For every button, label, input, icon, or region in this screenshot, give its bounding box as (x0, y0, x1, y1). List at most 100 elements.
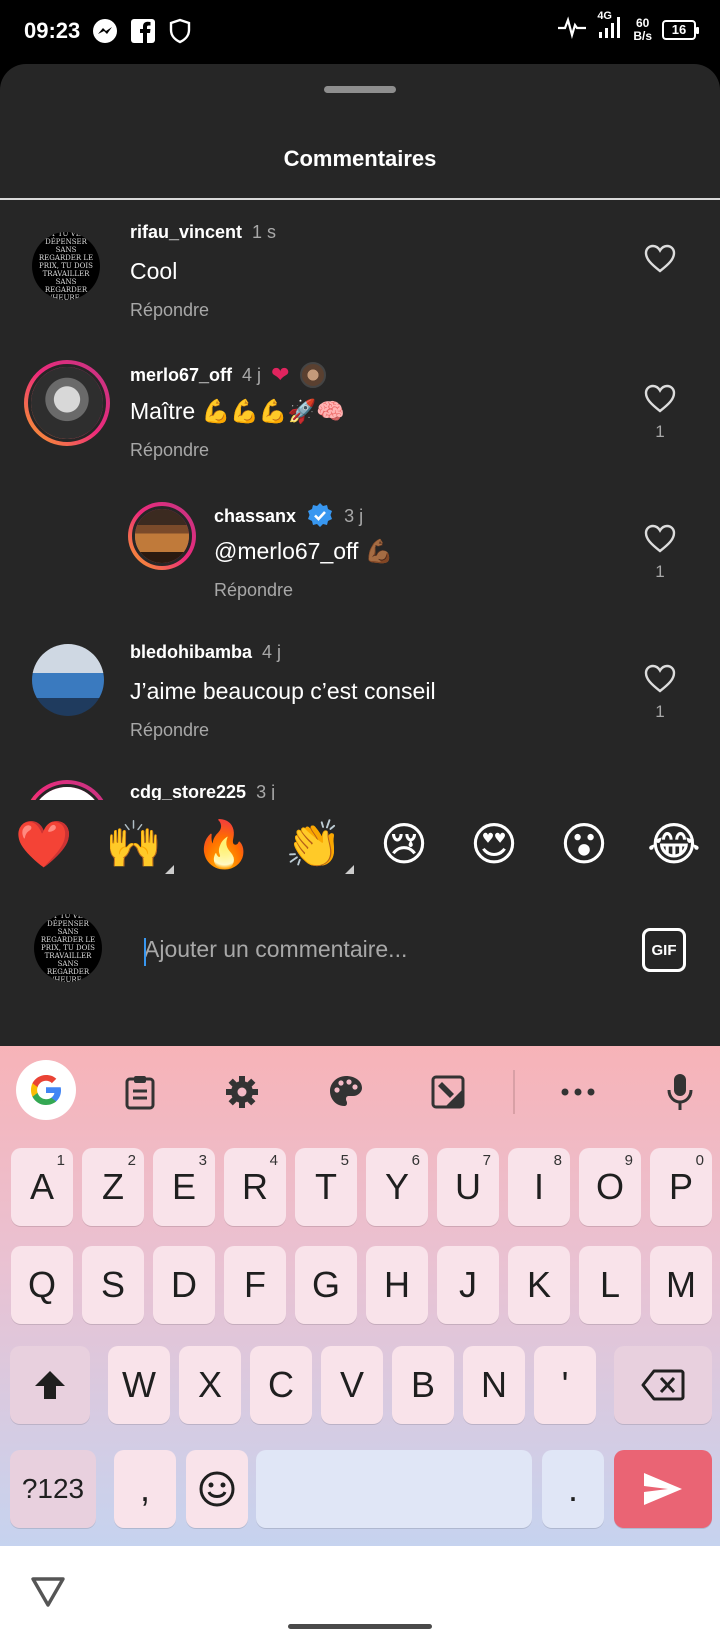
comment-item: « $1 TU VEUX DÉPENSER SANS REGARDER LE P… (0, 200, 720, 340)
toolbar-divider (513, 1070, 515, 1114)
comment-item: bledohibamba 4 j J’aime beaucoup c’est c… (0, 620, 720, 760)
key-u[interactable]: U7 (437, 1148, 499, 1226)
key-i[interactable]: I8 (508, 1148, 570, 1226)
emoji-clap-button[interactable]: 👏 (284, 814, 354, 874)
emoji-raised-hands-button[interactable]: 🙌 (104, 814, 174, 874)
reply-button[interactable]: Répondre (214, 580, 293, 601)
key-t[interactable]: T5 (295, 1148, 357, 1226)
backspace-icon (641, 1369, 685, 1401)
home-gesture-bar[interactable] (288, 1624, 432, 1629)
microphone-icon[interactable] (660, 1072, 700, 1112)
key-m[interactable]: M (650, 1246, 712, 1324)
activity-icon (557, 15, 587, 44)
emoji-crying-button[interactable]: 😢 (374, 814, 434, 874)
avatar-photo (31, 367, 103, 439)
reply-button[interactable]: Répondre (130, 720, 209, 741)
skin-tone-indicator-icon (345, 865, 354, 874)
key-p[interactable]: P0 (650, 1148, 712, 1226)
key-w[interactable]: W (108, 1346, 170, 1424)
comment-item: merlo67_off 4 j ❤ Maître 💪💪💪🚀🧠 Répondre … (0, 340, 720, 480)
avatar-photo (135, 509, 189, 563)
key-y[interactable]: Y6 (366, 1148, 428, 1226)
key-e[interactable]: E3 (153, 1148, 215, 1226)
key-o[interactable]: O9 (579, 1148, 641, 1226)
comment-composer: « $1 TU VEUX DÉPENSER SANS REGARDER LE P… (0, 892, 720, 1046)
comment-input[interactable]: Ajouter un commentaire... (144, 936, 407, 963)
key-s[interactable]: S (82, 1246, 144, 1324)
hide-keyboard-button[interactable] (30, 1576, 66, 1613)
screenshot-edit-icon[interactable] (428, 1072, 468, 1112)
heart-outline-icon (644, 524, 676, 553)
avatar[interactable] (128, 502, 196, 570)
more-options-icon[interactable] (558, 1072, 598, 1112)
emoji-quick-bar: ❤️ 🙌 🔥 👏 😢 😍 😮 😂 (0, 800, 720, 892)
status-time: 09:23 (24, 18, 81, 43)
comma-key[interactable]: , (114, 1450, 176, 1528)
user-avatar: « $1 TU VEUX DÉPENSER SANS REGARDER LE P… (34, 914, 102, 982)
symbols-key[interactable]: ?123 (10, 1450, 96, 1528)
emoji-heart-eyes-button[interactable]: 😍 (464, 814, 524, 874)
network-speed: 60 B/s (633, 15, 652, 43)
reply-button[interactable]: Répondre (130, 300, 209, 321)
emoji-surprised-button[interactable]: 😮 (554, 814, 614, 874)
send-key[interactable] (614, 1450, 712, 1528)
comment-username[interactable]: merlo67_off (130, 365, 232, 386)
key-f[interactable]: F (224, 1246, 286, 1324)
emoji-fire-button[interactable]: 🔥 (194, 814, 254, 874)
key-v[interactable]: V (321, 1346, 383, 1424)
gif-button[interactable]: GIF (642, 928, 686, 972)
avatar[interactable] (32, 644, 104, 716)
comment-username[interactable]: rifau_vincent (130, 222, 242, 243)
comment-text: Cool (130, 258, 178, 284)
key-l[interactable]: L (579, 1246, 641, 1324)
comment-time: 4 j (262, 642, 282, 662)
keyboard: A 1 Z 2 E 3 R 4 T 5 Y 6 U 7 I 8 O 9 P 0 Q S D F G H J K L M W X C V B N ' ?1… (0, 1046, 720, 1546)
text-cursor (144, 938, 146, 966)
key-apostrophe[interactable]: ' (534, 1346, 596, 1424)
reply-button[interactable]: Répondre (130, 440, 209, 461)
key-r[interactable]: R4 (224, 1148, 286, 1226)
clipboard-icon[interactable] (120, 1072, 160, 1112)
google-icon[interactable] (16, 1060, 76, 1120)
comment-reply-item: chassanx 3 j @merlo67_off 💪🏾 Répondre 1 (0, 480, 720, 620)
key-x[interactable]: X (179, 1346, 241, 1424)
key-a[interactable]: A1 (11, 1148, 73, 1226)
key-c[interactable]: C (250, 1346, 312, 1424)
key-g[interactable]: G (295, 1246, 357, 1324)
like-button[interactable]: 1 (640, 524, 680, 582)
key-h[interactable]: H (366, 1246, 428, 1324)
sheet-title: Commentaires (283, 146, 437, 171)
smiley-icon (199, 1471, 235, 1507)
creator-liked-heart-icon: ❤ (271, 362, 290, 387)
avatar[interactable]: « $1 TU VEUX DÉPENSER SANS REGARDER LE P… (32, 232, 100, 300)
shift-key[interactable] (10, 1346, 90, 1424)
key-q[interactable]: Q (11, 1246, 73, 1324)
like-button[interactable]: 1 (640, 384, 680, 442)
key-j[interactable]: J (437, 1246, 499, 1324)
key-n[interactable]: N (463, 1346, 525, 1424)
avatar[interactable] (24, 360, 110, 446)
backspace-key[interactable] (614, 1346, 712, 1424)
settings-gear-icon[interactable] (222, 1072, 262, 1112)
space-key[interactable] (256, 1450, 532, 1528)
key-k[interactable]: K (508, 1246, 570, 1324)
verified-badge-icon (308, 503, 333, 527)
emoji-laughing-button[interactable]: 😂 (644, 814, 704, 874)
period-key[interactable]: . (542, 1450, 604, 1528)
theme-palette-icon[interactable] (326, 1072, 366, 1112)
skin-tone-indicator-icon (165, 865, 174, 874)
key-b[interactable]: B (392, 1346, 454, 1424)
key-z[interactable]: Z2 (82, 1148, 144, 1226)
key-d[interactable]: D (153, 1246, 215, 1324)
comment-username[interactable]: bledohibamba (130, 642, 252, 663)
battery-icon: 16 (662, 19, 699, 40)
emoji-heart-button[interactable]: ❤️ (14, 814, 74, 874)
shift-arrow-icon (35, 1371, 65, 1399)
chevron-down-triangle-icon (31, 1577, 65, 1607)
comments-list[interactable]: « $1 TU VEUX DÉPENSER SANS REGARDER LE P… (0, 200, 720, 838)
drag-handle[interactable] (324, 86, 396, 93)
like-button[interactable]: 1 (640, 664, 680, 722)
comment-username[interactable]: chassanx (214, 506, 296, 527)
like-button[interactable] (640, 244, 680, 274)
emoji-key[interactable] (186, 1450, 248, 1528)
